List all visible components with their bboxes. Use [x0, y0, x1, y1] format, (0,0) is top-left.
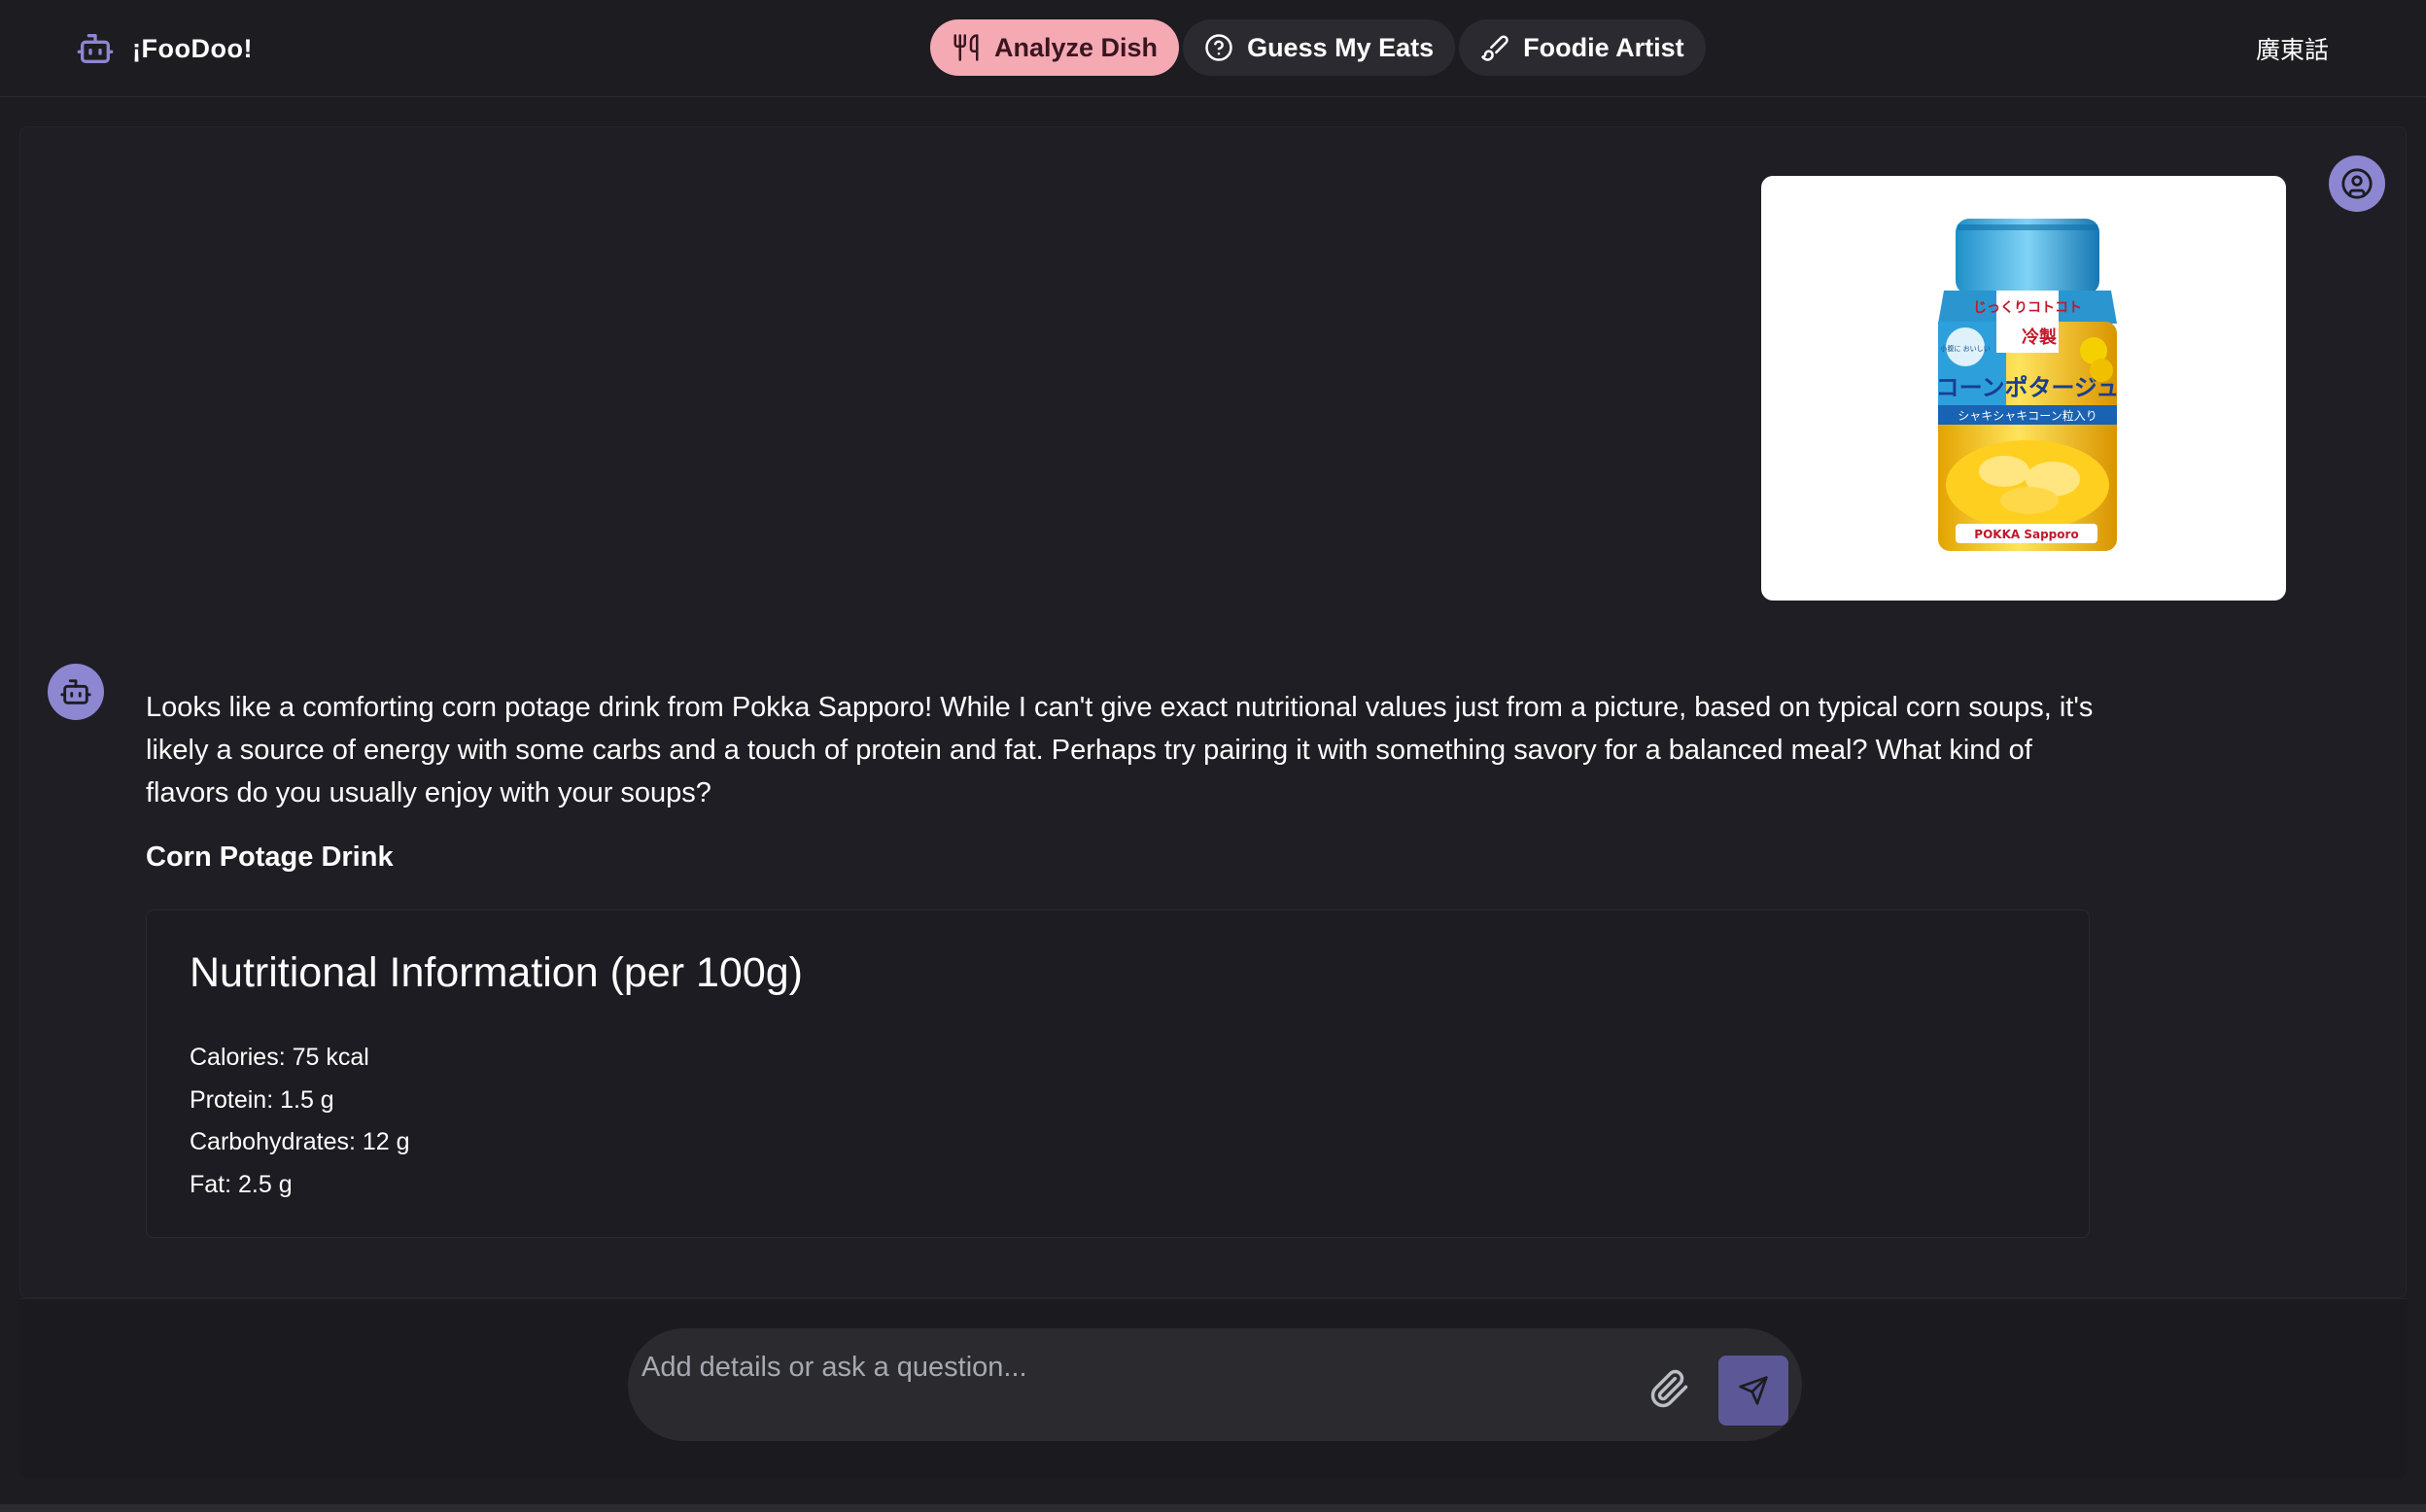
nutrition-item-protein: Protein: 1.5 g: [190, 1085, 334, 1114]
message-input[interactable]: [641, 1338, 1594, 1396]
attach-button[interactable]: [1646, 1365, 1693, 1412]
tab-label: Analyze Dish: [994, 32, 1159, 62]
nutrition-item-calories: Calories: 75 kcal: [190, 1044, 369, 1071]
corn-potage-can-image: じっくりコトコト 冷製 小腹に おいしい コーンポタージュ シャキシャキコーン粒…: [1936, 219, 2120, 551]
can-label-top: じっくりコトコト: [1973, 300, 2082, 316]
bot-message-text: Looks like a comforting corn potage drin…: [146, 692, 2094, 808]
brand-title: ¡FooDoo!: [132, 33, 253, 63]
brand[interactable]: ¡FooDoo!: [76, 29, 253, 68]
tab-foodie-artist[interactable]: Foodie Artist: [1459, 19, 1706, 76]
can-label-side: 小腹に おいしい: [1940, 344, 1990, 353]
nutrition-item-fat: Fat: 2.5 g: [190, 1170, 293, 1198]
uploaded-food-image[interactable]: じっくりコトコト 冷製 小腹に おいしい コーンポタージュ シャキシャキコーン粒…: [1761, 176, 2286, 601]
send-icon: [1739, 1376, 1768, 1405]
tab-guess-my-eats[interactable]: Guess My Eats: [1183, 19, 1456, 76]
bot-avatar: [48, 664, 104, 720]
can-label-sub: シャキシャキコーン粒入り: [1958, 408, 2097, 423]
language-switch[interactable]: 廣東話: [2256, 29, 2329, 68]
nutrition-list: Calories: 75 kcal Protein: 1.5 g Carbohy…: [190, 1037, 410, 1206]
robot-icon: [60, 679, 91, 704]
send-button[interactable]: [1718, 1356, 1788, 1426]
brush-icon: [1481, 35, 1508, 61]
can-label-badge: 冷製: [2022, 326, 2057, 348]
dish-name: Corn Potage Drink: [146, 842, 394, 873]
utensils-icon: [953, 34, 979, 61]
composer: [628, 1328, 1802, 1441]
main-nav: Analyze Dish Guess My Eats Foodie Artist: [930, 19, 1706, 76]
can-label-main: コーンポタージュ: [1936, 374, 2120, 401]
tab-label: Foodie Artist: [1523, 32, 1684, 62]
nutrition-item-carbohydrates: Carbohydrates: 12 g: [190, 1128, 410, 1155]
paperclip-icon: [1650, 1369, 1688, 1408]
app-header: ¡FooDoo! Analyze Dish Guess My Eats Food…: [0, 0, 2426, 97]
tab-analyze-dish[interactable]: Analyze Dish: [930, 19, 1180, 76]
window-bottom-edge: [0, 1504, 2426, 1512]
user-avatar: [2329, 155, 2385, 212]
robot-icon: [77, 34, 114, 63]
user-icon: [2341, 168, 2373, 199]
can-brand: POKKA Sapporo: [1974, 528, 2078, 541]
question-circle-icon: [1205, 34, 1232, 61]
nutrition-card: Nutritional Information (per 100g) Calor…: [146, 910, 2090, 1238]
tab-label: Guess My Eats: [1247, 32, 1435, 62]
nutrition-title: Nutritional Information (per 100g): [190, 949, 803, 996]
